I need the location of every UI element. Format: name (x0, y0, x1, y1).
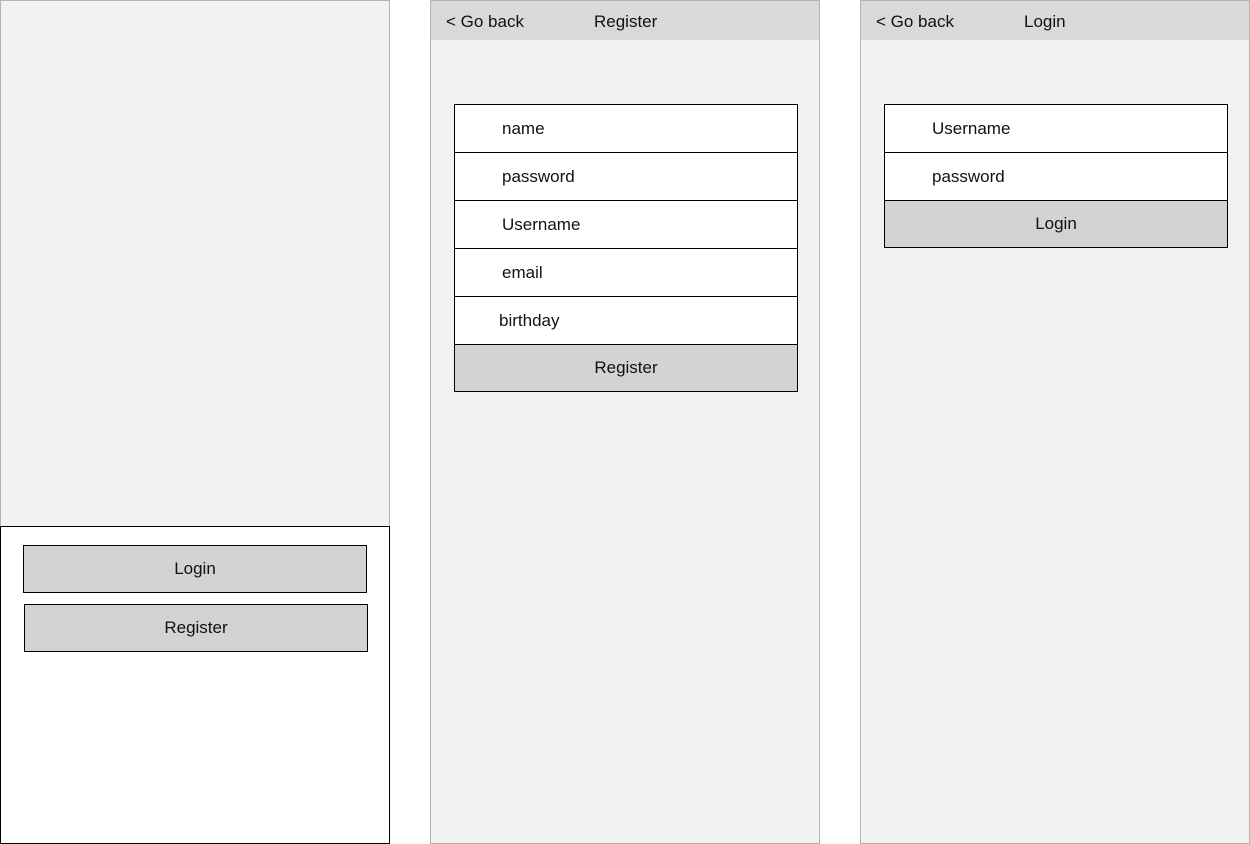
login-go-back-link[interactable]: < Go back (876, 12, 954, 32)
login-title: Login (1024, 12, 1066, 31)
register-go-back-link[interactable]: < Go back (446, 12, 524, 32)
register-title: Register (594, 12, 658, 31)
login-submit-button[interactable]: Login (884, 200, 1228, 248)
login-screen: < Go back Login Username password Login (860, 0, 1250, 844)
register-header: < Go back Register (431, 1, 819, 40)
home-screen: Login Register (0, 0, 390, 844)
register-screen: < Go back Register name password Usernam… (430, 0, 820, 844)
login-password-field[interactable]: password (884, 152, 1228, 201)
login-username-field[interactable]: Username (884, 104, 1228, 153)
name-field[interactable]: name (454, 104, 798, 153)
email-field[interactable]: email (454, 248, 798, 297)
login-header: < Go back Login (861, 1, 1249, 40)
home-login-button[interactable]: Login (23, 545, 367, 593)
home-action-panel: Login Register (0, 526, 390, 844)
password-field[interactable]: password (454, 152, 798, 201)
register-submit-button[interactable]: Register (454, 344, 798, 392)
birthday-field[interactable]: birthday (454, 296, 798, 345)
username-field[interactable]: Username (454, 200, 798, 249)
home-register-button[interactable]: Register (24, 604, 368, 652)
